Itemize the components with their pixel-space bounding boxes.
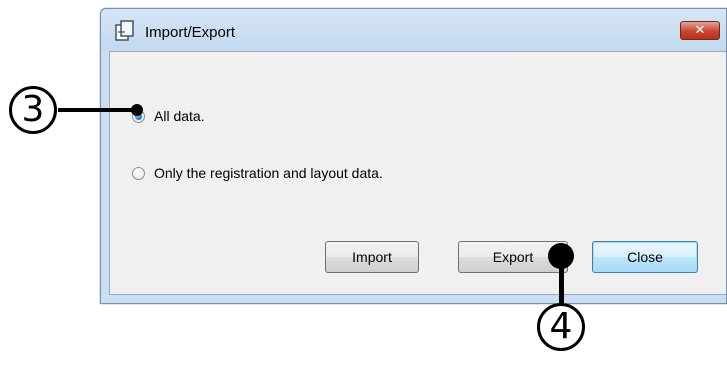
import-export-icon <box>115 20 134 41</box>
window-close-button[interactable]: ✕ <box>680 21 720 40</box>
option-registration-layout[interactable]: Only the registration and layout data. <box>132 165 383 181</box>
radio-registration-layout[interactable] <box>132 166 145 180</box>
callout-3-pointer-dot <box>131 104 143 116</box>
dialog-body: All data. Only the registration and layo… <box>109 51 726 295</box>
title-bar[interactable]: Import/Export ✕ <box>101 9 726 51</box>
window-title: Import/Export <box>145 24 236 41</box>
callout-3-leader <box>58 108 138 112</box>
option-all-data-label[interactable]: All data. <box>154 108 205 124</box>
close-icon: ✕ <box>694 23 706 38</box>
close-button[interactable]: Close <box>592 241 698 273</box>
callout-4-pointer-dot <box>548 243 574 269</box>
import-export-dialog: Import/Export ✕ All data. Only the regis… <box>100 8 727 304</box>
option-registration-layout-label[interactable]: Only the registration and layout data. <box>154 165 383 181</box>
callout-4: 4 <box>537 303 585 351</box>
import-button[interactable]: Import <box>325 241 419 273</box>
callout-3: 3 <box>9 86 57 134</box>
